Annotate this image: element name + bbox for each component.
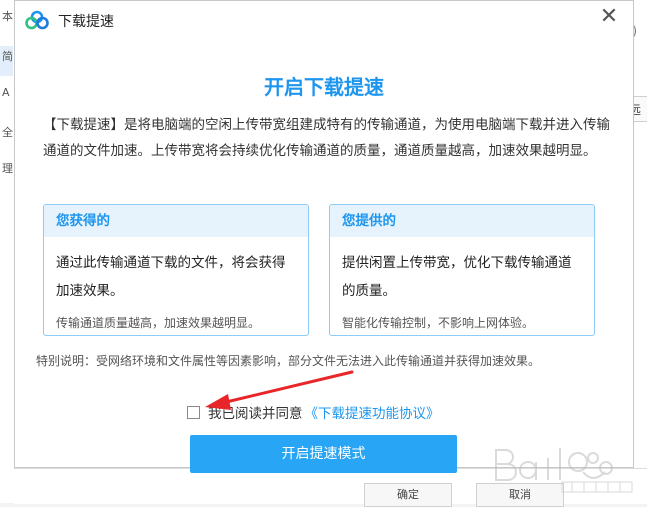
background-text: A <box>2 86 10 99</box>
background-text: 简 <box>2 50 13 63</box>
gain-card: 您获得的 通过此传输通道下载的文件，将会获得加速效果。 传输通道质量越高，加速效… <box>43 204 309 336</box>
background-text: 本 <box>2 10 13 23</box>
description-text: 【下载提速】是将电脑端的空闲上传带宽组建成特有的传输通道，为使用电脑端下载并进入… <box>43 117 610 159</box>
cloud-logo-icon <box>25 10 49 30</box>
dialog-title: 下载提速 <box>58 14 114 30</box>
page-title: 开启下载提速 <box>264 75 384 99</box>
card-body: 通过此传输通道下载的文件，将会获得加速效果。 <box>56 255 286 299</box>
agreement-checkbox[interactable] <box>187 405 200 419</box>
card-footer: 智能化传输控制，不影响上网体验。 <box>342 316 535 330</box>
speedup-dialog: 下载提速 ✕ 开启下载提速 【下载提速】是将电脑端的空闲上传带宽组建成特有的传输… <box>14 0 634 473</box>
background-text: 全 <box>2 126 13 139</box>
card-body: 提供闲置上传带宽，优化下载传输通道的质量。 <box>342 255 572 299</box>
agreement-row: 我已阅读并同意 《下载提速功能协议》 <box>187 402 440 422</box>
close-icon[interactable]: ✕ <box>597 5 621 29</box>
card-title: 您获得的 <box>44 205 308 237</box>
agreement-label: 我已阅读并同意 <box>208 406 303 422</box>
card-title: 您提供的 <box>330 205 594 237</box>
enable-speedup-button[interactable]: 开启提速模式 <box>190 435 457 473</box>
baidu-watermark-icon <box>495 448 633 493</box>
special-note: 特别说明：受网络环境和文件属性等因素影响，部分文件无法进入此传输通道并获得加速效… <box>36 354 541 368</box>
background-left-strip: 本 简 A 全 理 <box>0 0 15 503</box>
background-text: 理 <box>2 162 13 175</box>
background-ok-button[interactable]: 确定 <box>364 483 452 507</box>
dialog-titlebar: 下载提速 ✕ <box>15 1 633 39</box>
agreement-link[interactable]: 《下载提速功能协议》 <box>305 402 440 422</box>
card-footer: 传输通道质量越高，加速效果越明显。 <box>56 316 261 330</box>
provide-card: 您提供的 提供闲置上传带宽，优化下载传输通道的质量。 智能化传输控制，不影响上网… <box>329 204 595 336</box>
